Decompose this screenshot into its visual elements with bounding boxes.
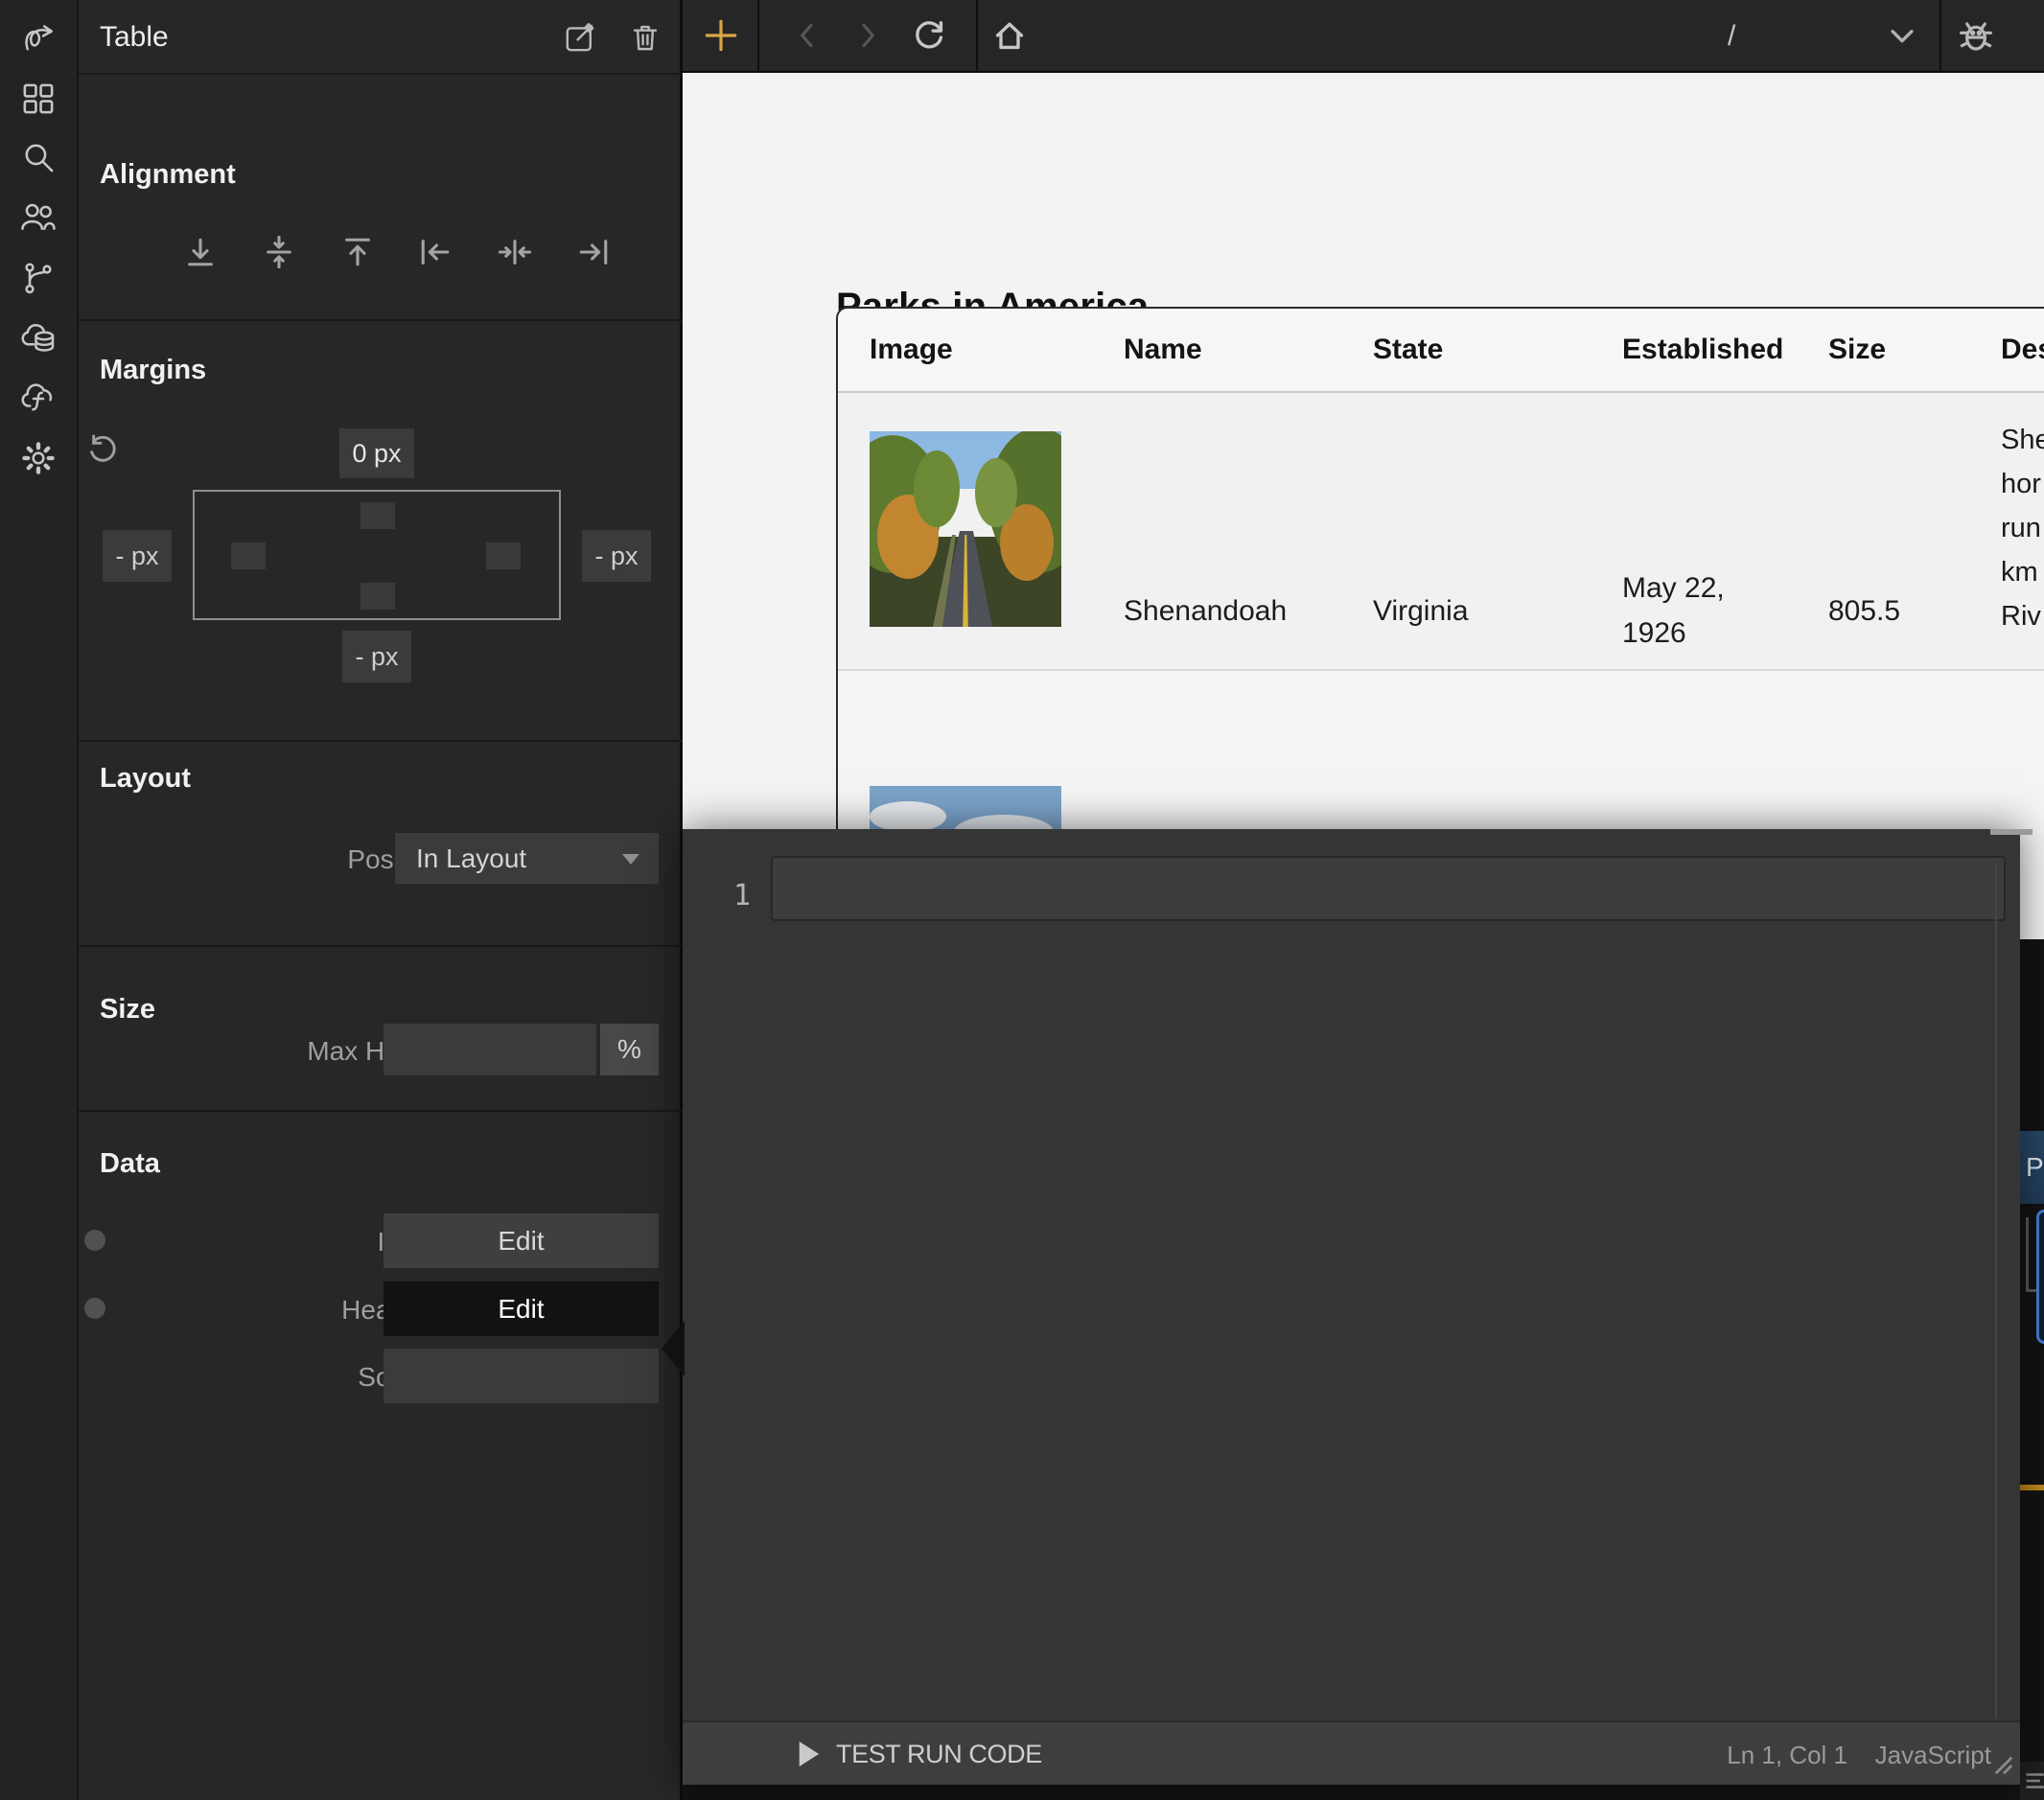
- debug-bug-icon[interactable]: [1951, 11, 2001, 60]
- column-header: Description: [2001, 334, 2044, 366]
- selected-node-outline[interactable]: [2036, 1210, 2044, 1344]
- editor-scrollbar-thumb[interactable]: [1990, 829, 2032, 835]
- play-icon[interactable]: [796, 1740, 821, 1773]
- cell-name: Shenandoah: [1124, 595, 1287, 628]
- cell-established-line2: 1926: [1622, 617, 1686, 650]
- code-input-line[interactable]: [771, 856, 2006, 921]
- toolbar-divider: [976, 0, 978, 71]
- toolbar-divider: [757, 0, 759, 71]
- chevron-down-icon[interactable]: [1877, 11, 1927, 60]
- drawer-footer: [2020, 1762, 2044, 1800]
- delete-element-button[interactable]: [625, 17, 665, 58]
- headers-edit-button[interactable]: Edit: [383, 1281, 659, 1336]
- margin-top-handle[interactable]: [360, 502, 395, 529]
- forward-icon[interactable]: [843, 11, 893, 60]
- test-run-code-button[interactable]: TEST RUN CODE: [836, 1740, 1042, 1769]
- align-horizontal-center-icon[interactable]: [493, 230, 537, 274]
- selected-element-title: Table: [100, 21, 169, 54]
- edit-element-button[interactable]: [560, 17, 600, 58]
- margin-right-handle[interactable]: [486, 542, 521, 569]
- cell-established-line1: May 22,: [1622, 572, 1725, 605]
- alignment-heading: Alignment: [100, 159, 236, 191]
- sorting-input[interactable]: [383, 1349, 659, 1403]
- popover-arrow: [662, 1321, 685, 1376]
- cell-description: She hor run km Riv: [2001, 418, 2044, 638]
- margin-bottom-value[interactable]: - px: [342, 631, 411, 682]
- toolbar-divider: [1939, 0, 1941, 71]
- inspector-header: Table: [79, 0, 680, 73]
- margins-heading: Margins: [100, 355, 206, 386]
- drawer-tab-label: Pa: [2026, 1152, 2044, 1183]
- drawer-tab[interactable]: Pa: [2020, 1131, 2044, 1204]
- git-branch-icon[interactable]: [13, 253, 63, 303]
- margin-bottom-handle[interactable]: [360, 583, 395, 610]
- position-select[interactable]: In Layout: [395, 833, 659, 884]
- margin-right-value[interactable]: - px: [582, 530, 651, 582]
- align-vertical-center-icon[interactable]: [257, 230, 301, 274]
- align-top-icon[interactable]: [336, 230, 380, 274]
- data-heading: Data: [100, 1148, 160, 1180]
- editor-scrollbar-track[interactable]: [1995, 864, 1997, 1719]
- reload-icon[interactable]: [904, 11, 954, 60]
- column-header: Established: [1622, 334, 1783, 366]
- left-icon-rail: [0, 0, 79, 1800]
- margin-left-value[interactable]: - px: [103, 530, 172, 582]
- line-number: 1: [725, 879, 759, 912]
- inspector-panel: Table Alignment M: [79, 0, 683, 1800]
- url-path[interactable]: /: [1728, 20, 1735, 53]
- section-divider: [79, 740, 683, 742]
- position-select-value: In Layout: [416, 843, 526, 874]
- margin-top-value[interactable]: 0 px: [339, 428, 414, 478]
- settings-gear-icon[interactable]: [13, 433, 63, 483]
- cell-state: Virginia: [1373, 595, 1469, 628]
- align-left-icon[interactable]: [413, 230, 457, 274]
- preview-toolbar: /: [683, 0, 2044, 73]
- reset-margins-icon[interactable]: [82, 429, 123, 470]
- resize-handle[interactable]: [1993, 1755, 2014, 1781]
- search-icon[interactable]: [13, 132, 63, 182]
- section-divider: [79, 1110, 683, 1112]
- section-divider: [79, 319, 683, 321]
- app-window: Table Alignment M: [0, 0, 2044, 1800]
- size-heading: Size: [100, 994, 155, 1026]
- users-icon[interactable]: [13, 192, 63, 242]
- cursor-position: Ln 1, Col 1: [1727, 1741, 1847, 1770]
- shenandoah-road-photo: [870, 431, 1061, 627]
- highlight-divider: [2020, 1485, 2044, 1490]
- column-header: Size: [1828, 334, 1886, 366]
- section-divider: [79, 73, 683, 75]
- items-edit-button[interactable]: Edit: [383, 1213, 659, 1268]
- language-badge[interactable]: JavaScript: [1875, 1741, 1991, 1770]
- column-header: State: [1373, 334, 1443, 366]
- cloud-database-icon[interactable]: [13, 313, 63, 363]
- home-icon[interactable]: [985, 11, 1034, 60]
- column-header: Name: [1124, 334, 1202, 366]
- cell-size: 805.5: [1828, 595, 1900, 628]
- column-header: Image: [870, 334, 953, 366]
- items-binding-dot[interactable]: [84, 1230, 105, 1251]
- add-component-button[interactable]: [696, 11, 746, 60]
- cloud-function-icon[interactable]: [13, 374, 63, 424]
- dashboard-icon[interactable]: [13, 74, 63, 124]
- max-height-input[interactable]: [383, 1024, 596, 1075]
- back-icon[interactable]: [782, 11, 832, 60]
- align-bottom-icon[interactable]: [178, 230, 222, 274]
- headers-binding-dot[interactable]: [84, 1298, 105, 1319]
- section-divider: [79, 945, 683, 947]
- table-row[interactable]: Shenandoah Virginia May 22, 1926 805.5 S…: [838, 391, 2044, 667]
- max-height-unit[interactable]: %: [600, 1024, 659, 1075]
- margin-left-handle[interactable]: [231, 542, 266, 569]
- code-editor-statusbar: TEST RUN CODE Ln 1, Col 1 JavaScript: [683, 1720, 2020, 1785]
- list-lines-icon: [2024, 1770, 2044, 1791]
- layout-heading: Layout: [100, 763, 191, 795]
- code-editor-panel: 1 TEST RUN CODE Ln 1, Col 1 JavaScript: [683, 829, 2020, 1785]
- chevron-down-icon: [622, 854, 639, 865]
- logo-icon[interactable]: [13, 13, 63, 63]
- align-right-icon[interactable]: [571, 230, 616, 274]
